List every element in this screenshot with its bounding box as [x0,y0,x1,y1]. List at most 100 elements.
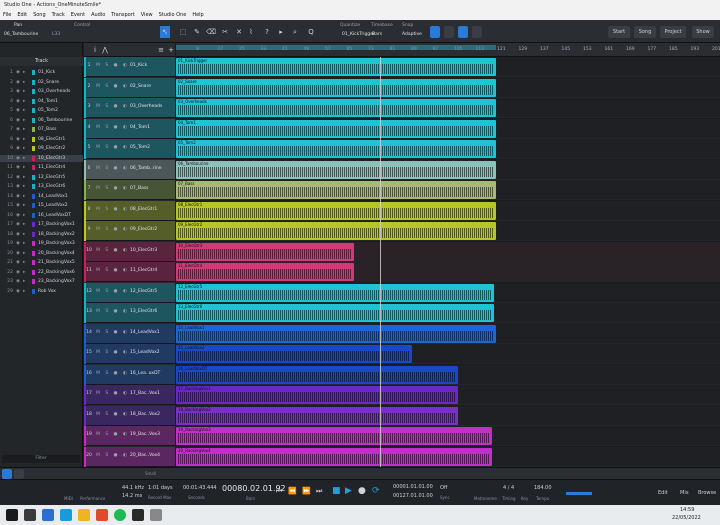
inspector-track-row[interactable]: 12 ◉ ▸ 12_ElecGtr5 [0,174,83,181]
track-header[interactable]: 15 M S ● ◐ 15_LeadVox2 [84,344,175,364]
inspector-track-row[interactable]: 18 ◉ ▸ 18_BackingVox2 [0,231,83,238]
track-lane[interactable]: 06_Tambourine [176,159,720,180]
visibility-icon[interactable]: ◉ [16,145,20,152]
track-name[interactable]: 18_Bac..Vox2 [130,412,160,417]
track-name[interactable]: 19_Bac..Vox3 [130,432,160,437]
track-name[interactable]: 11_ElecGtr4 [130,268,157,273]
audio-clip[interactable]: 12_ElecGtr5 [176,283,494,302]
track-header[interactable]: 5 M S ● ◐ 05_Tom2 [84,139,175,159]
menu-item-file[interactable]: File [3,11,11,20]
expand-icon[interactable]: ▸ [23,193,25,200]
audio-clip[interactable]: 15_LeadVox2 [176,345,412,363]
track-buttons[interactable]: M S ● ◐ [96,186,129,191]
audio-clip[interactable]: 05_Tom2 [176,140,496,158]
expand-icon[interactable]: ▸ [23,288,25,295]
track-header[interactable]: 10 M S ● ◐ 10_ElecGtr3 [84,241,175,262]
play-tool-icon[interactable]: ▸ [276,26,286,38]
visibility-icon[interactable]: ◉ [16,259,20,266]
track-header[interactable]: 14 M S ● ◐ 14_LeadVox1 [84,323,175,344]
end-icon[interactable]: ⏭ [316,487,322,496]
track-header[interactable]: 6 M S ● ◐ 06_Tamb..rine [84,159,175,180]
visibility-icon[interactable]: ◉ [16,231,20,238]
stop-icon[interactable]: ■ [332,486,341,496]
inspector-track-row[interactable]: 2 ◉ ▸ 02_Snare [0,79,83,86]
expand-icon[interactable]: ▸ [23,202,25,209]
inspector-track-row[interactable]: 9 ◉ ▸ 09_ElecGtr2 [0,145,83,152]
inspector-track-row[interactable]: 14 ◉ ▸ 14_LeadVox1 [0,193,83,200]
track-name[interactable]: 09_ElecGtr2 [130,227,157,232]
visibility-icon[interactable]: ◉ [16,250,20,257]
track-name[interactable]: 12_ElecGtr5 [130,289,157,294]
inspector-track-row[interactable]: 21 ◉ ▸ 21_BackingVox5 [0,259,83,266]
expand-icon[interactable]: ▸ [23,269,25,276]
inspector-track-row[interactable]: 17 ◉ ▸ 17_BackingVox1 [0,221,83,228]
expand-icon[interactable]: ▸ [23,155,25,162]
info-icon[interactable]: i [90,44,100,56]
extra-button[interactable] [472,26,482,38]
track-buttons[interactable]: M S ● ◐ [96,309,129,314]
track-buttons[interactable]: M S ● ◐ [96,248,129,253]
track-buttons[interactable]: M S ● ◐ [96,412,129,417]
visibility-icon[interactable]: ◉ [16,126,20,133]
zoom-tool-icon[interactable]: ⌕ [290,26,300,38]
expand-icon[interactable]: ▸ [23,126,25,133]
browse-view-button[interactable]: Browse [698,490,716,496]
time-signature[interactable]: 4 / 4 [503,485,514,491]
eraser-tool-icon[interactable]: ⌫ [206,26,216,38]
track-header[interactable]: 7 M S ● ◐ 07_Bass [84,180,175,200]
view-toggle-button[interactable] [14,469,24,479]
visibility-icon[interactable]: ◉ [16,155,20,162]
inspector-track-row[interactable]: 7 ◉ ▸ 07_Bass [0,126,83,133]
track-buttons[interactable]: M S ● ◐ [96,371,129,376]
audio-clip[interactable]: 16_LeadVoxDT [176,365,458,384]
track-lane[interactable]: 19_BackingVox3 [176,426,720,446]
visibility-icon[interactable]: ◉ [16,79,20,86]
forward-icon[interactable]: ⏩ [302,487,311,495]
snap-value[interactable]: Adaptive [402,32,422,37]
visibility-icon[interactable]: ◉ [16,117,20,124]
track-name[interactable]: 14_LeadVox1 [130,330,160,335]
song-button[interactable]: Song [634,26,656,38]
master-volume-slider[interactable] [566,492,592,495]
track-buttons[interactable]: M S ● ◐ [96,125,129,130]
track-lane[interactable]: 11_ElecGtr4 [176,262,720,282]
inspector-track-row[interactable]: 15 ◉ ▸ 15_LeadVox2 [0,202,83,209]
track-name[interactable]: 15_LeadVox2 [130,350,160,355]
track-buttons[interactable]: M S ● ◐ [96,84,129,89]
automation-icon[interactable]: ⋀ [100,44,110,56]
pan-value[interactable]: L33 [52,32,60,37]
track-header[interactable]: 13 M S ● ◐ 13_ElecGtr6 [84,303,175,323]
visibility-icon[interactable]: ◉ [16,193,20,200]
sync-off[interactable]: Off [440,485,447,491]
audio-clip[interactable]: 07_Bass [176,181,496,199]
show-button[interactable]: Show [692,26,714,38]
track-name[interactable]: 07_Bass [130,186,149,191]
expand-icon[interactable]: ▸ [23,164,25,171]
track-header[interactable]: 19 M S ● ◐ 19_Bac..Vox3 [84,426,175,446]
menu-item-edit[interactable]: Edit [17,11,27,20]
app-n-icon[interactable] [24,509,36,521]
track-buttons[interactable]: M S ● ◐ [96,268,129,273]
inspector-track-row[interactable]: 29 ◉ ▸ Rob Vox [0,288,83,295]
track-name[interactable]: 08_ElecGtr1 [130,207,157,212]
expand-icon[interactable]: ▸ [23,79,25,86]
expand-icon[interactable]: ▸ [23,221,25,228]
expand-icon[interactable]: ▸ [23,98,25,105]
studio-one-icon[interactable] [132,509,144,521]
expand-icon[interactable]: ▸ [23,117,25,124]
inspector-track-row[interactable]: 5 ◉ ▸ 05_Tom2 [0,107,83,114]
visibility-icon[interactable]: ◉ [16,240,20,247]
track-header[interactable]: 20 M S ● ◐ 20_Bac..Vox4 [84,446,175,467]
inspector-track-row[interactable]: 22 ◉ ▸ 22_BackingVox6 [0,269,83,276]
inspector-toggle-button[interactable] [2,469,12,479]
menu-item-event[interactable]: Event [71,11,85,20]
start-button[interactable]: Start [608,26,630,38]
track-buttons[interactable]: M S ● ◐ [96,63,129,68]
track-lane[interactable]: 13_ElecGtr6 [176,303,720,323]
audio-clip[interactable]: 11_ElecGtr4 [176,263,354,281]
timebase-value[interactable]: Bars [372,32,382,37]
track-lane[interactable]: 03_Overheads [176,98,720,118]
expand-icon[interactable]: ▸ [23,174,25,181]
record-icon[interactable]: ● [358,486,366,496]
inspector-track-row[interactable]: 23 ◉ ▸ 23_BackingVox7 [0,278,83,285]
